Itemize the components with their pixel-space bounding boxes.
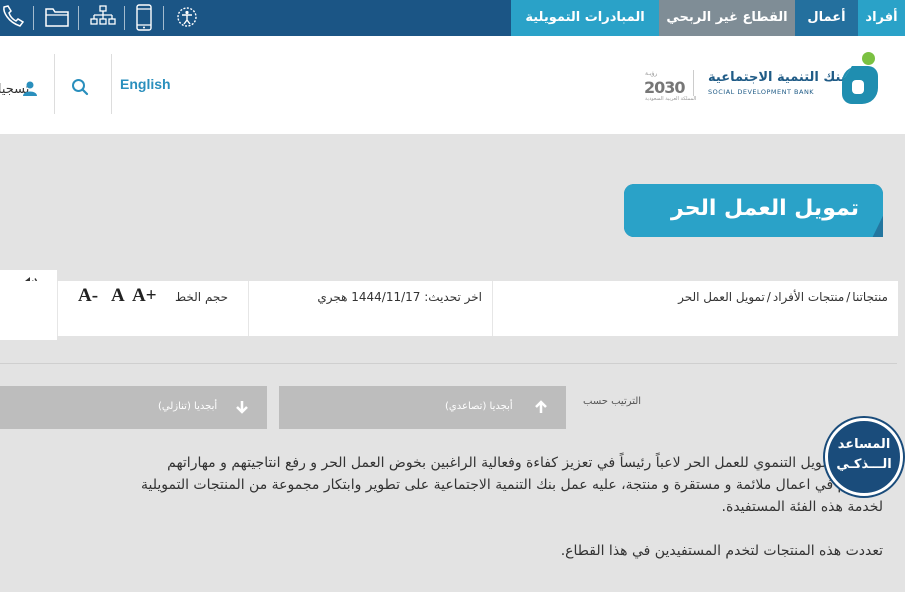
tab-individuals[interactable]: أفراد — [858, 0, 905, 36]
content-paragraph-line: ودمجهم في اعمال ملائمة و مستقرة و منتجة،… — [141, 477, 883, 493]
bank-logo-icon[interactable] — [838, 52, 880, 108]
arrow-down-icon — [236, 401, 248, 414]
page-title: تمويل العمل الحر — [671, 196, 859, 221]
breadcrumb-item[interactable]: منتجاتنا — [852, 290, 888, 304]
breadcrumb-item[interactable]: منتجات الأفراد — [773, 290, 844, 304]
divider — [111, 54, 112, 114]
assistant-label: الـــذكـي — [836, 457, 892, 472]
divider — [33, 6, 34, 30]
sort-descending-button[interactable]: أبجديا (تنازلي) — [0, 386, 267, 429]
font-increase-button[interactable]: A+ — [132, 285, 157, 307]
phone-icon[interactable] — [0, 4, 26, 30]
language-switch-link[interactable]: English — [120, 76, 171, 92]
divider — [248, 281, 249, 336]
divider — [492, 281, 493, 336]
content-paragraph: تعددت هذه المنتجات لتخدم المستفيدين في ه… — [560, 543, 883, 559]
font-size-label: حجم الخط — [175, 290, 229, 304]
divider — [54, 54, 55, 114]
folder-icon[interactable] — [44, 4, 70, 30]
last-updated: اخر تحديث: 1444/11/17 هجري — [317, 290, 482, 304]
content-paragraph-line: لخدمة هذه الفئة المستفيدة. — [721, 499, 883, 515]
sitemap-icon[interactable] — [90, 4, 116, 30]
tab-financing-initiatives[interactable]: المبادرات التمويلية — [511, 0, 659, 36]
vision-label: رؤيـة — [645, 70, 658, 77]
sort-ascending-button[interactable]: أبجديا (تصاعدي) — [279, 386, 566, 429]
sort-ascending-label: أبجديا (تصاعدي) — [445, 401, 513, 412]
top-navigation-bar: أفراد أعمال القطاع غير الربحي المبادرات … — [0, 0, 905, 36]
sort-descending-label: أبجديا (تنازلي) — [158, 401, 218, 412]
search-icon[interactable] — [71, 78, 89, 100]
divider — [57, 281, 58, 336]
divider — [0, 363, 897, 364]
tab-business[interactable]: أعمال — [795, 0, 858, 36]
accessibility-icon[interactable] — [174, 4, 200, 30]
info-bar: منتجاتنا/منتجات الأفراد/تمويل العمل الحر… — [0, 281, 898, 336]
assistant-label: المساعد — [837, 437, 891, 452]
tab-nonprofit[interactable]: القطاع غير الربحي — [659, 0, 795, 36]
mobile-icon[interactable] — [134, 4, 154, 31]
divider — [163, 6, 164, 30]
user-icon[interactable] — [22, 80, 38, 100]
content-paragraph-line: ويلعب التمويل التنموي للعمل الحر لاعباً … — [167, 455, 883, 471]
vision-subtitle: المملكة العربية السعودية — [645, 96, 697, 102]
breadcrumb-current: تمويل العمل الحر — [678, 290, 765, 304]
vision-2030-logo: 2030 — [644, 78, 686, 97]
divider — [124, 6, 125, 30]
font-decrease-button[interactable]: A- — [78, 285, 98, 307]
logo-text-en[interactable]: SOCIAL DEVELOPMENT BANK — [708, 88, 814, 96]
font-reset-button[interactable]: A — [111, 285, 125, 307]
logo-text-ar[interactable]: بنك التنمية الاجتماعية — [708, 70, 846, 85]
site-header: تسجيل English رؤيـة 2030 المملكة العربية… — [0, 36, 905, 134]
sort-label: الترتيب حسب — [583, 396, 642, 407]
divider — [693, 70, 694, 96]
page-title-banner: تمويل العمل الحر — [624, 184, 883, 237]
divider — [78, 6, 79, 30]
breadcrumb: منتجاتنا/منتجات الأفراد/تمويل العمل الحر — [678, 290, 888, 304]
smart-assistant-button[interactable]: المساعد الـــذكـي — [825, 418, 903, 496]
arrow-up-icon — [535, 400, 547, 413]
